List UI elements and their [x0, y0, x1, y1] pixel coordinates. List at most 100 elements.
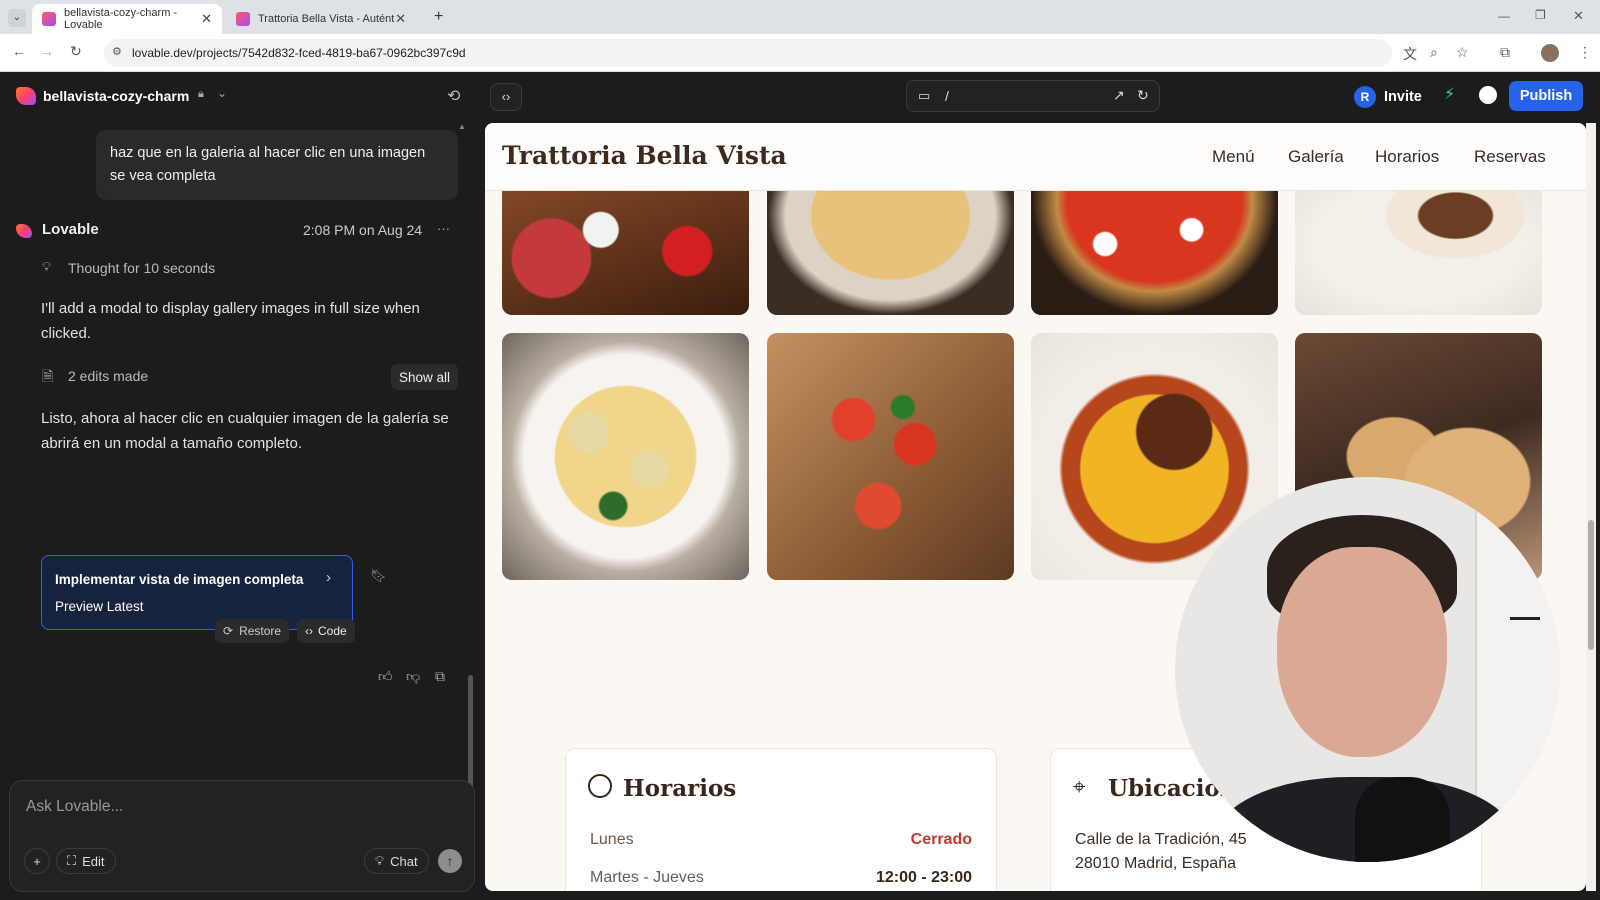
bookmark-star-icon[interactable]: ☆ — [1456, 44, 1469, 61]
url-field[interactable]: ⚙ lovable.dev/projects/7542d832-fced-481… — [104, 39, 1392, 67]
gallery-image-ravioli[interactable] — [502, 333, 749, 580]
hours-title: Horarios — [623, 775, 737, 802]
hours-card: Horarios Lunes Cerrado Martes - Jueves 1… — [565, 748, 997, 891]
lovable-favicon-icon — [236, 12, 250, 26]
restore-label: Restore — [239, 624, 282, 638]
nav-link-reservas[interactable]: Reservas — [1474, 147, 1546, 167]
select-icon: ⛶ — [67, 853, 77, 868]
user-message: haz que en la galeria al hacer clic en u… — [96, 130, 458, 200]
lock-icon: 🔒︎ — [198, 88, 204, 100]
new-tab-button[interactable]: + — [434, 8, 443, 26]
webcam-door-handle — [1510, 617, 1540, 620]
lightbulb-icon: 💡︎ — [375, 853, 385, 868]
window-close-icon[interactable]: ✕ — [1573, 8, 1584, 24]
code-view-button[interactable]: ‹› — [490, 83, 522, 111]
tab-title: bellavista-cozy-charm - Lovable — [64, 7, 178, 31]
history-icon[interactable]: ⟲ — [447, 86, 460, 106]
restore-icon: ⟳ — [223, 624, 234, 638]
attach-button[interactable]: + — [24, 848, 50, 874]
hours-closed: Cerrado — [910, 831, 972, 848]
lovable-favicon-icon — [42, 12, 56, 26]
close-tab-icon[interactable]: ✕ — [201, 11, 212, 27]
assistant-reply-2: Listo, ahora al hacer clic en cualquier … — [41, 410, 449, 452]
code-icon: ‹› — [305, 624, 313, 638]
map-pin-icon: ⌖ — [1073, 774, 1086, 799]
chat-input[interactable]: Ask Lovable... — [26, 798, 123, 816]
gallery-image-pizza[interactable] — [1031, 173, 1278, 315]
close-tab-icon[interactable]: ✕ — [395, 11, 406, 27]
browser-tab-bar: ⌄ bellavista-cozy-charm - Lovable ✕ Trat… — [0, 0, 1600, 34]
route-path[interactable]: / — [945, 88, 949, 104]
reload-icon[interactable]: ↻ — [70, 43, 82, 60]
gallery-image-pasta[interactable] — [767, 173, 1014, 315]
bookmark-icon[interactable]: 🔖︎ — [370, 568, 387, 584]
url-text: lovable.dev/projects/7542d832-fced-4819-… — [132, 46, 466, 60]
message-timestamp: 2:08 PM on Aug 24 — [303, 222, 423, 238]
nav-link-horarios[interactable]: Horarios — [1375, 147, 1439, 167]
restore-button[interactable]: ⟳ Restore — [215, 619, 290, 643]
show-all-button[interactable]: Show all — [391, 364, 459, 390]
translate-icon[interactable]: 文 — [1403, 44, 1417, 64]
preview-scrollbar-thumb[interactable] — [1588, 520, 1594, 650]
gallery-image-antipasti[interactable] — [502, 173, 749, 315]
browser-address-bar: ← → ↻ ⚙ lovable.dev/projects/7542d832-fc… — [0, 34, 1600, 72]
window-restore-icon[interactable]: ❐ — [1535, 8, 1546, 22]
device-toggle-icon[interactable]: ▭ — [918, 88, 930, 104]
lovable-logo-icon — [16, 87, 36, 105]
preview-scrollbar[interactable] — [1586, 123, 1596, 891]
zoom-icon[interactable]: ⌕ — [1430, 44, 1438, 61]
edit-mode-button[interactable]: ⛶ Edit — [56, 848, 116, 874]
chat-mode-button[interactable]: 💡︎ Chat — [364, 848, 429, 874]
chevron-down-icon[interactable]: ⌄ — [217, 86, 227, 100]
github-icon[interactable] — [1479, 86, 1497, 104]
extensions-icon[interactable]: ⧉ — [1500, 44, 1510, 61]
thumbs-down-icon[interactable]: 👎︎ — [406, 668, 420, 685]
profile-avatar[interactable] — [1541, 44, 1559, 62]
code-button[interactable]: ‹› Code — [297, 619, 355, 643]
project-name[interactable]: bellavista-cozy-charm — [43, 88, 189, 104]
browser-menu-icon[interactable]: ⋮ — [1578, 44, 1592, 61]
forward-icon[interactable]: → — [40, 43, 54, 59]
message-more-icon[interactable]: ··· — [437, 221, 450, 236]
gallery-image-bruschetta[interactable] — [767, 333, 1014, 580]
gallery-image-tiramisu[interactable] — [1295, 173, 1542, 315]
tab-trattoria[interactable]: Trattoria Bella Vista - Auténtica ✕ — [226, 4, 416, 34]
tab-lovable[interactable]: bellavista-cozy-charm - Lovable ✕ — [32, 4, 222, 34]
site-settings-icon[interactable]: ⚙ — [112, 45, 122, 58]
thought-label[interactable]: Thought for 10 seconds — [68, 260, 215, 276]
back-icon[interactable]: ← — [12, 43, 26, 59]
hours-day: Lunes — [590, 831, 634, 848]
nav-link-menu[interactable]: Menú — [1212, 147, 1255, 167]
hours-value: 12:00 - 23:00 — [875, 869, 972, 886]
chat-label: Chat — [390, 853, 418, 869]
site-navbar: Trattoria Bella Vista Menú Galería Horar… — [485, 123, 1586, 191]
send-button[interactable]: ↑ — [438, 849, 462, 873]
edits-count: 2 edits made — [68, 368, 149, 384]
supabase-bolt-icon[interactable]: ⚡︎ — [1444, 84, 1455, 104]
editor-toolbar: ‹› ▭ / ↗ ↻ R Invite ⚡︎ Publish — [478, 72, 1600, 120]
hours-day: Martes - Jueves — [590, 869, 704, 886]
thumbs-up-icon[interactable]: 👍︎ — [378, 668, 393, 685]
file-edit-icon: 🗎︎ — [42, 368, 54, 384]
preview-latest-link[interactable]: Preview Latest — [55, 599, 144, 614]
edit-label: Edit — [82, 853, 105, 869]
invite-button[interactable]: R Invite — [1354, 83, 1422, 111]
tab-title: Trattoria Bella Vista - Auténtica — [258, 13, 396, 25]
refresh-icon[interactable]: ↻ — [1137, 87, 1149, 104]
lightbulb-icon: 💡︎ — [42, 259, 52, 274]
publish-button[interactable]: Publish — [1509, 81, 1583, 111]
tab-list-chevron-icon[interactable]: ⌄ — [8, 9, 26, 27]
chat-panel: bellavista-cozy-charm 🔒︎ ⌄ ⟲ ▲ ▼ haz que… — [0, 72, 478, 900]
nav-link-galeria[interactable]: Galería — [1288, 147, 1344, 167]
project-header[interactable]: bellavista-cozy-charm 🔒︎ ⌄ ⟲ — [0, 72, 478, 120]
site-brand[interactable]: Trattoria Bella Vista — [502, 141, 787, 170]
copy-icon[interactable]: ⧉ — [435, 668, 445, 685]
address-line-2: 28010 Madrid, España — [1075, 855, 1236, 872]
route-bar[interactable]: ▭ / ↗ ↻ — [906, 80, 1160, 112]
open-external-icon[interactable]: ↗ — [1113, 87, 1125, 104]
webcam-overlay — [1175, 477, 1560, 862]
chat-scrollbar-up[interactable]: ▲ — [458, 122, 466, 131]
window-minimize-icon[interactable]: — — [1498, 9, 1510, 23]
chat-composer: Ask Lovable... + ⛶ Edit 💡︎ Chat ↑ — [9, 780, 475, 892]
chevron-right-icon: › — [326, 569, 331, 586]
